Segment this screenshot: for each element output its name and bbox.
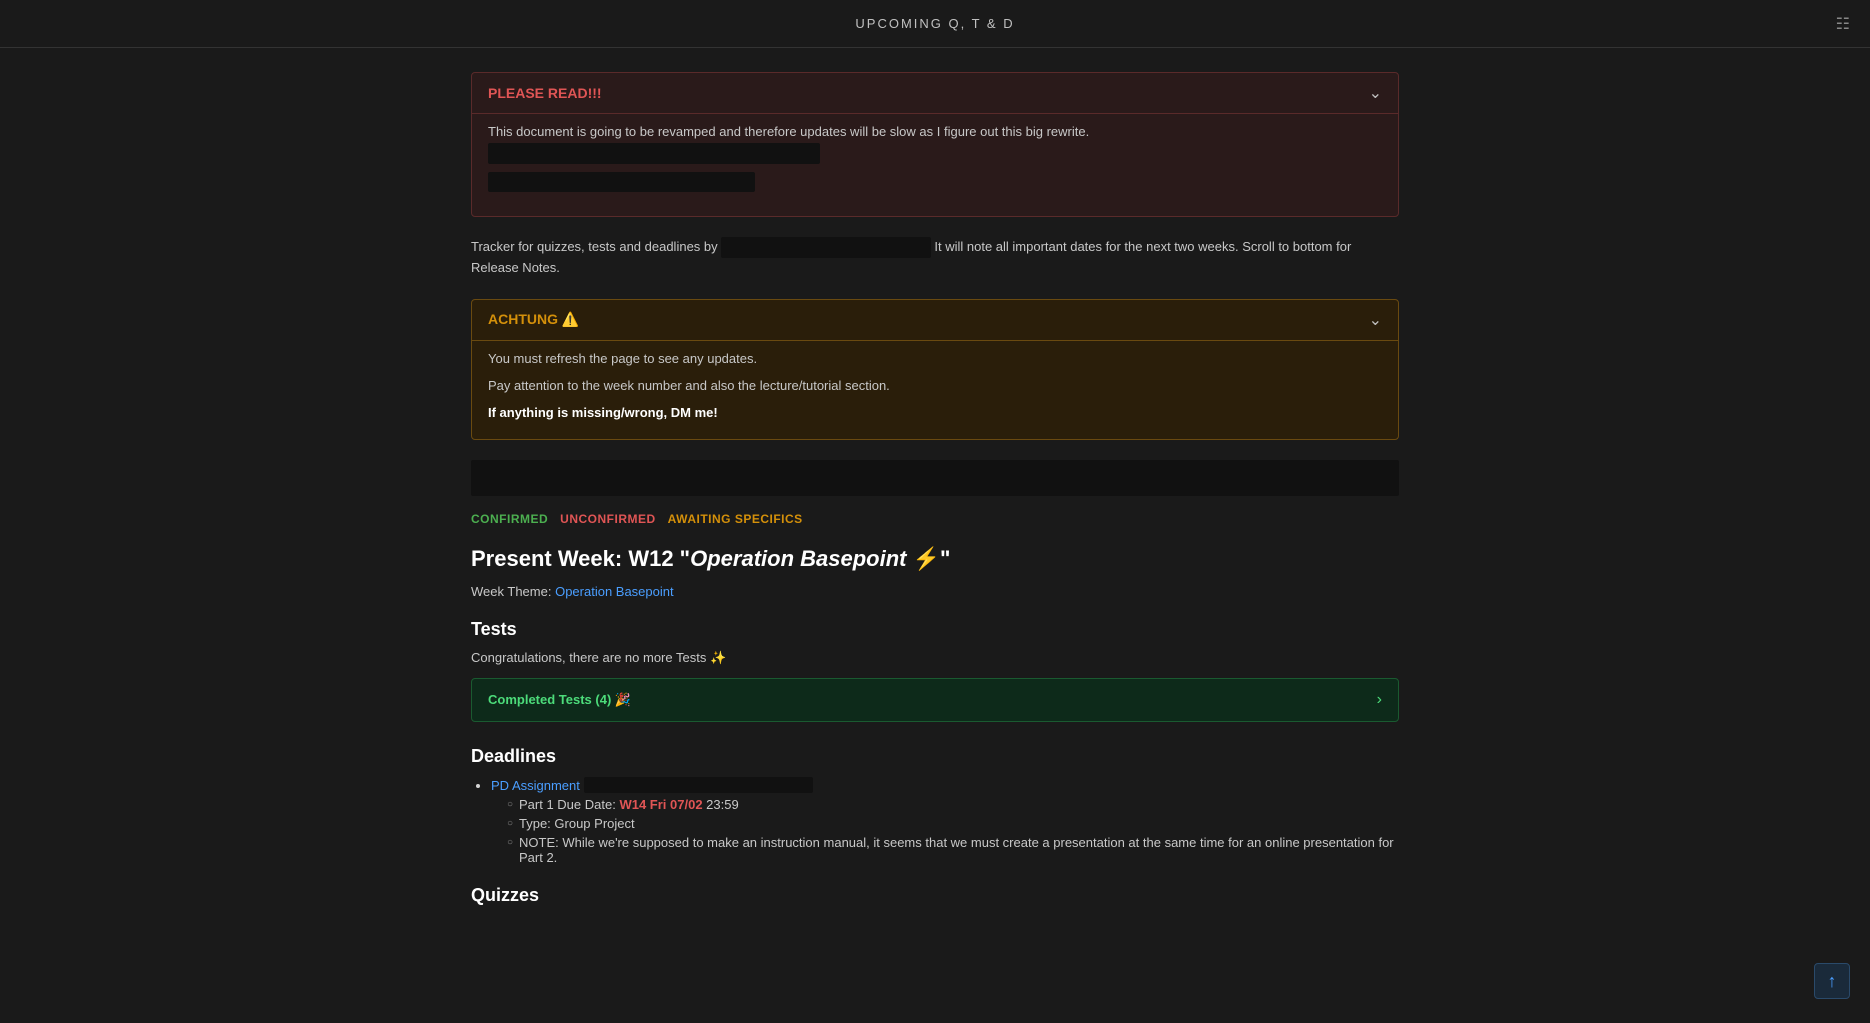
legend: CONFIRMED UNCONFIRMED AWAITING SPECIFICS [471,512,1399,526]
legend-confirmed: CONFIRMED [471,512,548,526]
completed-tests-row[interactable]: Completed Tests (4) 🎉 › [471,678,1399,722]
no-tests-text: Congratulations, there are no more Tests… [471,650,1399,666]
pd-note: NOTE: While we're supposed to make an in… [507,835,1399,865]
achtung-line2: Pay attention to the week number and als… [488,376,1382,397]
document-icon: ☷ [1836,14,1850,34]
deadlines-list: PD Assignment Part 1 Due Date: W14 Fri 0… [491,777,1399,865]
achtung-line3: If anything is missing/wrong, DM me! [488,403,1382,424]
redacted-author [721,237,931,258]
week-theme-link[interactable]: Operation Basepoint [555,584,674,599]
week-theme: Week Theme: Operation Basepoint [471,584,1399,599]
please-read-chevron: ⌄ [1369,83,1382,103]
legend-awaiting: AWAITING SPECIFICS [668,512,803,526]
deadline-date: W14 Fri 07/02 [619,797,702,812]
please-read-title: PLEASE READ!!! [488,85,602,101]
top-bar: UPCOMING Q, T & D ☷ [0,0,1870,48]
present-week-heading: Present Week: W12 "Operation Basepoint ⚡… [471,546,1399,572]
page-title: UPCOMING Q, T & D [855,16,1014,31]
please-read-header[interactable]: PLEASE READ!!! ⌄ [472,73,1398,113]
achtung-title: ACHTUNG ⚠️ [488,311,579,328]
pd-assignment-link[interactable]: PD Assignment [491,778,580,793]
please-read-banner: PLEASE READ!!! ⌄ This document is going … [471,72,1399,217]
deadlines-heading: Deadlines [471,746,1399,767]
scroll-top-button[interactable]: ↑ [1814,963,1850,999]
arrow-up-icon: ↑ [1828,971,1837,992]
tests-heading: Tests [471,619,1399,640]
pd-type: Type: Group Project [507,816,1399,831]
quizzes-heading: Quizzes [471,885,1399,906]
achtung-header[interactable]: ACHTUNG ⚠️ ⌄ [472,300,1398,340]
achtung-chevron: ⌄ [1369,310,1382,330]
completed-tests-chevron: › [1377,691,1382,709]
warning-icon: ⚠️ [562,311,579,327]
completed-tests-label: Completed Tests (4) 🎉 [488,692,631,708]
redacted-block-1 [488,143,820,164]
achtung-banner: ACHTUNG ⚠️ ⌄ You must refresh the page t… [471,299,1399,440]
please-read-body: This document is going to be revamped an… [472,113,1398,216]
tracker-text: Tracker for quizzes, tests and deadlines… [471,237,1399,279]
pd-due-date: Part 1 Due Date: W14 Fri 07/02 23:59 [507,797,1399,812]
legend-unconfirmed: UNCONFIRMED [560,512,656,526]
please-read-redacted-2 [488,172,1382,193]
please-read-text: This document is going to be revamped an… [488,122,1382,164]
main-content: PLEASE READ!!! ⌄ This document is going … [455,72,1415,906]
deadline-item-pd: PD Assignment Part 1 Due Date: W14 Fri 0… [491,777,1399,865]
redacted-pd [584,777,814,793]
redacted-block-2 [488,172,755,193]
pd-sub-list: Part 1 Due Date: W14 Fri 07/02 23:59 Typ… [507,797,1399,865]
achtung-body: You must refresh the page to see any upd… [472,340,1398,439]
dark-separator-bar [471,460,1399,496]
achtung-line1: You must refresh the page to see any upd… [488,349,1382,370]
